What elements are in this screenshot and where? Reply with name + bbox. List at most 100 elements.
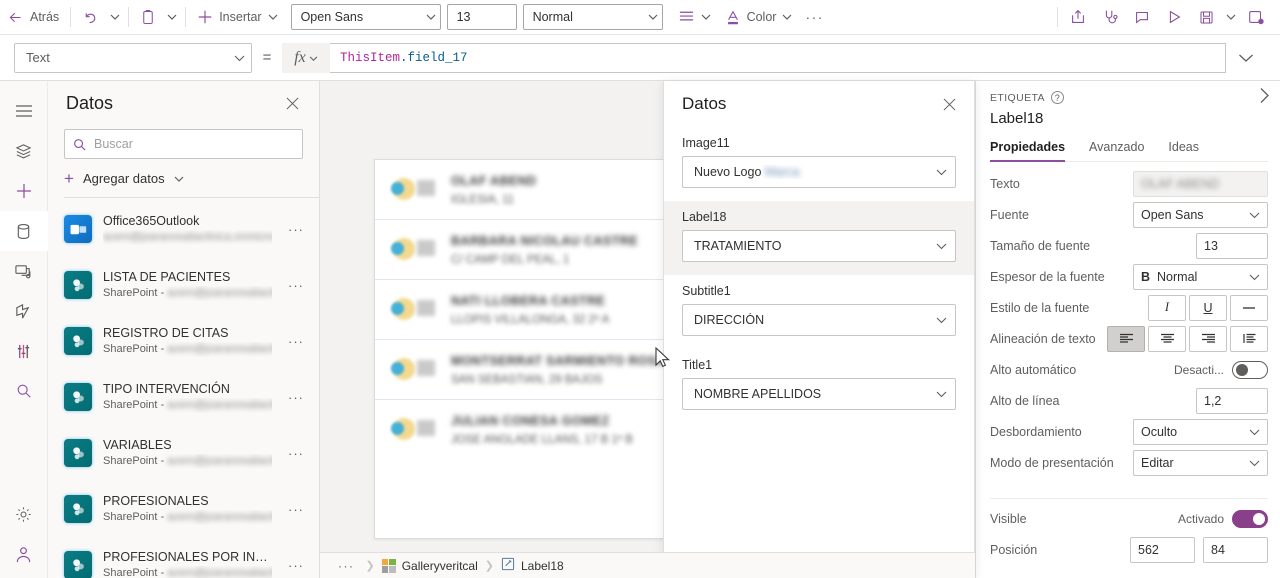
app-checker-icon[interactable] (1094, 3, 1126, 31)
field-select[interactable]: Nuevo Logo Marca (682, 156, 956, 188)
position-x-input[interactable]: 562 (1130, 536, 1195, 563)
field-select[interactable]: DIRECCIÓN (682, 304, 956, 336)
control-name: Label18 (990, 110, 1044, 127)
back-label: Atrás (30, 10, 60, 24)
overflow-select[interactable]: Oculto (1133, 418, 1268, 445)
share-icon[interactable] (1062, 3, 1094, 31)
line-height-input[interactable]: 1,2 (1196, 387, 1268, 414)
list-item[interactable]: REGISTRO DE CITAS SharePoint - acem@joar… (48, 313, 319, 369)
hamburger-menu-icon[interactable] (0, 91, 48, 131)
display-mode-select[interactable]: Editar (1133, 449, 1268, 476)
text-align-button[interactable] (671, 3, 718, 31)
list-item-text: VARIABLES SharePoint - acem@joaranosalia… (103, 437, 272, 469)
more-options-icon[interactable]: ··· (283, 390, 309, 405)
chevron-right-icon[interactable] (1259, 87, 1270, 107)
underline-button[interactable]: U (1189, 294, 1227, 321)
text-align-group (1107, 325, 1268, 352)
list-item[interactable]: Office365Outlook acem@joaranosaliaclinic… (48, 201, 319, 257)
position-x-value: 562 (1138, 542, 1159, 557)
insert-icon[interactable] (0, 171, 48, 211)
save-chevron-down-icon[interactable] (1222, 4, 1240, 30)
align-center-icon[interactable] (1148, 325, 1186, 352)
properties-tabs: Propiedades Avanzado Ideas (990, 140, 1268, 162)
breadcrumb-overflow-button[interactable]: ··· (334, 559, 359, 573)
paste-chevron-down-icon[interactable] (163, 4, 181, 30)
tab-propiedades[interactable]: Propiedades (990, 140, 1066, 162)
align-justify-icon[interactable] (1230, 325, 1268, 352)
data-panel-title: Datos (66, 92, 114, 113)
tree-view-icon[interactable] (0, 131, 48, 171)
fx-label: fx (294, 48, 306, 66)
more-options-icon[interactable]: ··· (283, 334, 309, 349)
autoheight-toggle[interactable] (1232, 360, 1268, 379)
data-source-sub: SharePoint - acem@joaranosaliaclinica... (103, 511, 272, 523)
more-options-icon[interactable]: ··· (283, 558, 309, 573)
font-family-select[interactable]: Open Sans (290, 4, 441, 30)
visible-state: Activado (1177, 511, 1224, 526)
color-button[interactable]: Color (718, 3, 800, 31)
list-item[interactable]: TIPO INTERVENCIÓN SharePoint - acem@joar… (48, 369, 319, 425)
property-select[interactable]: Text (14, 42, 252, 73)
chevron-down-icon (936, 165, 947, 179)
search-input[interactable]: Buscar (64, 129, 303, 159)
data-icon[interactable] (0, 211, 48, 251)
more-options-icon[interactable]: ··· (283, 222, 309, 237)
visible-toggle[interactable] (1232, 509, 1268, 528)
account-icon[interactable] (0, 534, 48, 574)
save-icon[interactable] (1190, 3, 1222, 31)
formula-input[interactable]: ThisItem .field_17 (330, 42, 1226, 73)
font-size-input[interactable]: 13 (1196, 232, 1268, 259)
list-item[interactable]: VARIABLES SharePoint - acem@joaranosalia… (48, 425, 319, 481)
sharepoint-icon (64, 551, 92, 578)
breadcrumb-item-label[interactable]: Label18 (501, 557, 564, 574)
italic-button[interactable]: I (1148, 294, 1186, 321)
close-icon[interactable] (936, 91, 962, 117)
font-weight-select[interactable]: Normal (522, 4, 663, 30)
align-left-icon[interactable] (1107, 325, 1145, 352)
fx-button[interactable]: fx (282, 42, 330, 73)
list-item[interactable]: LISTA DE PACIENTES SharePoint - acem@joa… (48, 257, 319, 313)
chevron-down-icon (309, 49, 318, 67)
add-data-button[interactable]: + Agregar datos (48, 159, 319, 197)
tab-ideas[interactable]: Ideas (1168, 140, 1199, 161)
insert-button[interactable]: Insertar (190, 3, 284, 31)
font-select[interactable]: Open Sans (1133, 201, 1268, 228)
help-circle-icon[interactable]: ? (1050, 91, 1064, 104)
font-size-input[interactable]: 13 (446, 4, 517, 30)
settings-gear-icon[interactable] (0, 494, 48, 534)
text-input[interactable]: OLAF ABEND (1133, 170, 1268, 197)
more-options-icon[interactable]: ··· (283, 446, 309, 461)
play-preview-icon[interactable] (1158, 3, 1190, 31)
field-select[interactable]: NOMBRE APELLIDOS (682, 378, 956, 410)
undo-button[interactable] (75, 3, 106, 31)
variables-icon[interactable] (0, 331, 48, 371)
more-options-icon[interactable]: ··· (283, 278, 309, 293)
more-options-icon[interactable]: ··· (283, 502, 309, 517)
media-icon[interactable] (0, 251, 48, 291)
publish-icon[interactable] (1240, 3, 1272, 31)
formula-expand-button[interactable] (1226, 53, 1266, 63)
canvas-breadcrumb-bar: ··· ❯ Galleryveritcal ❯ Label18 (320, 552, 975, 578)
breadcrumb-item-gallery[interactable]: Galleryveritcal (381, 558, 478, 573)
comment-icon[interactable] (1126, 3, 1158, 31)
search-icon[interactable] (0, 371, 48, 411)
power-automate-icon[interactable] (0, 291, 48, 331)
strikethrough-button[interactable] (1230, 294, 1268, 321)
tab-avanzado[interactable]: Avanzado (1089, 140, 1144, 161)
position-y-input[interactable]: 84 (1203, 536, 1268, 563)
back-button[interactable]: Atrás (0, 3, 66, 31)
undo-chevron-down-icon[interactable] (106, 4, 124, 30)
properties-panel-header: ETIQUETA ? Label18 Propiedades Avanzado … (976, 81, 1280, 162)
property-label: Desbordamiento (990, 424, 1082, 439)
paste-button[interactable] (133, 3, 163, 31)
font-weight-value: Normal (1157, 269, 1198, 284)
font-weight-select[interactable]: B Normal (1133, 263, 1268, 290)
data-source-name: PROFESIONALES POR INTERVE... (103, 550, 272, 564)
close-icon[interactable] (279, 90, 305, 116)
list-item[interactable]: PROFESIONALES SharePoint - acem@joaranos… (48, 481, 319, 537)
list-item[interactable]: PROFESIONALES POR INTERVE... SharePoint … (48, 537, 319, 578)
more-commands-button[interactable]: ··· (799, 9, 830, 25)
field-select[interactable]: TRATAMIENTO (682, 230, 956, 262)
align-right-icon[interactable] (1189, 325, 1227, 352)
clipboard-icon (140, 9, 156, 26)
